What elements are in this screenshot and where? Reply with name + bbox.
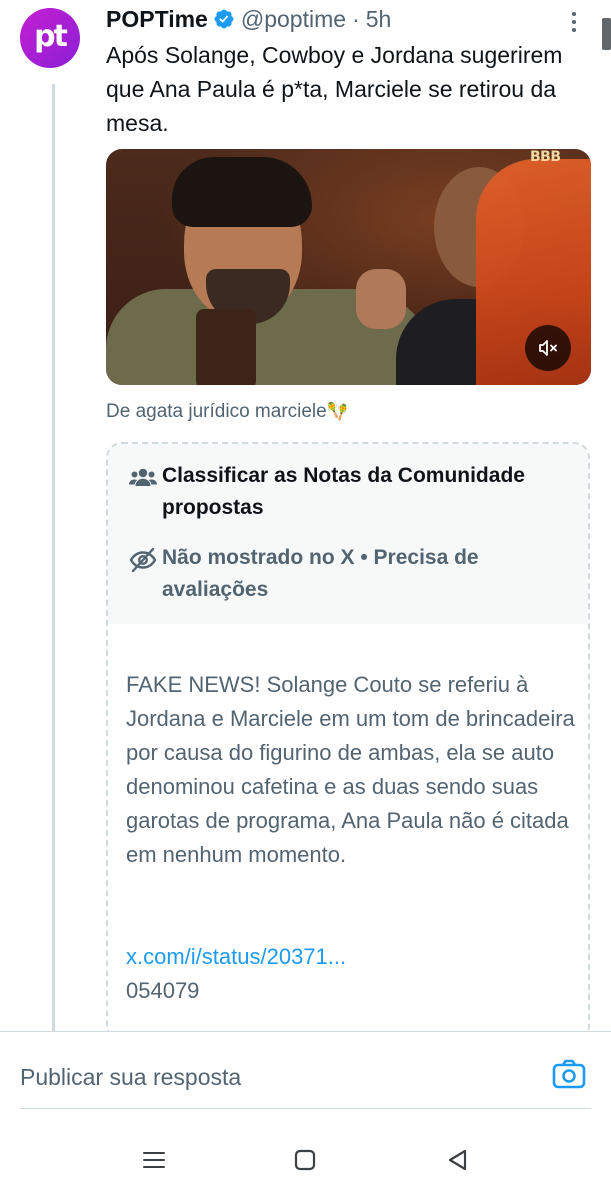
community-note-body: FAKE NEWS! Solange Couto se referiu à Jo… (126, 672, 575, 867)
back-button[interactable] (442, 1145, 472, 1175)
home-button[interactable] (290, 1145, 320, 1175)
reply-input[interactable]: Publicar sua resposta (20, 1064, 241, 1091)
more-options-icon[interactable] (562, 8, 586, 36)
avatar-text: pt (34, 19, 68, 54)
people-icon (129, 468, 157, 486)
tweet-header: POPTime @poptime · 5h (106, 4, 391, 34)
camera-icon[interactable] (551, 1056, 587, 1092)
scrollbar-handle[interactable] (602, 18, 611, 50)
tweet-text: Após Solange, Cowboy e Jordana sugerirem… (106, 42, 563, 136)
note-status-text: Não mostrado no X • Precisa de avaliaçõe… (162, 546, 479, 601)
reply-bar: Publicar sua resposta (0, 1031, 611, 1111)
recents-icon (143, 1152, 165, 1168)
video-logo: BBB (530, 149, 561, 165)
avatar[interactable]: pt (20, 8, 80, 68)
verified-badge-icon (214, 9, 234, 29)
note-source-link-rest: 054079 (126, 978, 200, 1003)
mute-button[interactable] (525, 325, 571, 371)
reply-underline (20, 1108, 591, 1109)
separator-dot: · (352, 5, 360, 32)
back-icon (448, 1149, 467, 1171)
author-name[interactable]: POPTime (106, 6, 208, 33)
note-source-link[interactable]: x.com/i/status/20371... (126, 940, 346, 974)
media-caption: De agata jurídico marciele🪇 (106, 401, 348, 423)
rate-notes-row[interactable]: Classificar as Notas da Comunidade propo… (128, 460, 562, 524)
note-status-row: Não mostrado no X • Precisa de avaliaçõe… (128, 542, 562, 606)
caption-text: De agata jurídico marciele (106, 401, 327, 422)
community-note-card[interactable]: Classificar as Notas da Comunidade propo… (106, 442, 590, 1042)
video-fist (356, 269, 406, 329)
author-handle[interactable]: @poptime (241, 6, 346, 33)
tweet-time[interactable]: 5h (366, 6, 392, 33)
tweet-video[interactable]: BBB (106, 149, 591, 385)
muted-speaker-icon (539, 340, 557, 356)
caption-emoji: 🪇 (326, 402, 348, 421)
home-icon (294, 1149, 316, 1171)
video-lantern (196, 309, 256, 385)
thread-line (52, 84, 55, 1031)
recents-button[interactable] (139, 1145, 169, 1175)
rate-notes-label: Classificar as Notas da Comunidade propo… (162, 464, 525, 519)
video-person-left-hair (172, 157, 312, 227)
eye-slash-icon (129, 547, 157, 573)
system-navigation-bar (0, 1111, 611, 1199)
